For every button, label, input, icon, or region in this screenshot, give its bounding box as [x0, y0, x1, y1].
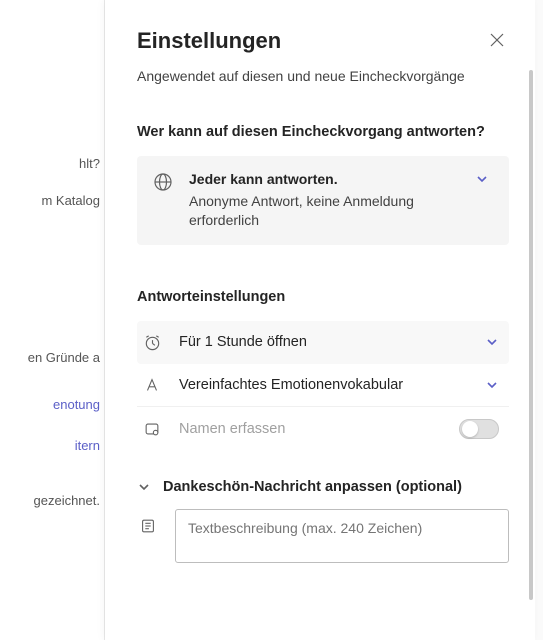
font-icon	[143, 376, 161, 394]
globe-icon	[153, 172, 173, 192]
dimmed-backdrop: hlt? m Katalog en Gründe a enotung itern…	[0, 0, 105, 640]
clock-icon	[143, 333, 162, 352]
chevron-down-icon	[137, 480, 151, 494]
vocabulary-row[interactable]: Vereinfachtes Emotionenvokabular	[137, 364, 509, 407]
respond-setting-card[interactable]: Jeder kann antworten. Anonyme Antwort, k…	[137, 156, 509, 245]
backdrop-link: itern	[0, 432, 104, 459]
page-title: Einstellungen	[137, 28, 281, 54]
toggle-knob	[462, 421, 478, 437]
duration-row[interactable]: Für 1 Stunde öffnen	[137, 321, 509, 364]
capture-names-label: Namen erfassen	[179, 421, 443, 437]
duration-label: Für 1 Stunde öffnen	[179, 334, 459, 350]
note-icon	[139, 517, 157, 535]
backdrop-text: gezeichnet.	[0, 487, 104, 514]
scrollbar[interactable]	[529, 70, 533, 600]
capture-names-toggle[interactable]	[459, 419, 499, 439]
close-button[interactable]	[485, 28, 509, 52]
who-can-respond-heading: Wer kann auf diesen Eincheckvorgang antw…	[137, 124, 509, 140]
badge-icon	[143, 420, 161, 438]
backdrop-text: hlt?	[0, 150, 104, 177]
vocabulary-label: Vereinfachtes Emotionenvokabular	[179, 377, 459, 393]
thanks-label: Dankeschön-Nachricht anpassen (optional)	[163, 479, 462, 495]
backdrop-link: enotung	[0, 391, 104, 418]
thanks-textarea[interactable]	[175, 509, 509, 563]
answer-settings-heading: Antworteinstellungen	[137, 289, 509, 305]
thanks-expander[interactable]: Dankeschön-Nachricht anpassen (optional)	[137, 479, 509, 495]
panel-subtitle: Angewendet auf diesen und neue Eincheckv…	[137, 68, 509, 84]
chevron-down-icon	[475, 172, 489, 186]
close-icon	[489, 32, 505, 48]
backdrop-text: en Gründe a	[0, 344, 104, 371]
chevron-down-icon	[485, 335, 499, 349]
settings-panel: Einstellungen Angewendet auf diesen und …	[105, 0, 535, 640]
respond-title: Jeder kann antworten.	[189, 170, 461, 190]
backdrop-text: m Katalog	[0, 187, 104, 214]
chevron-down-icon	[485, 378, 499, 392]
capture-names-row: Namen erfassen	[137, 407, 509, 451]
respond-desc: Anonyme Antwort, keine Anmeldung erforde…	[189, 193, 414, 229]
